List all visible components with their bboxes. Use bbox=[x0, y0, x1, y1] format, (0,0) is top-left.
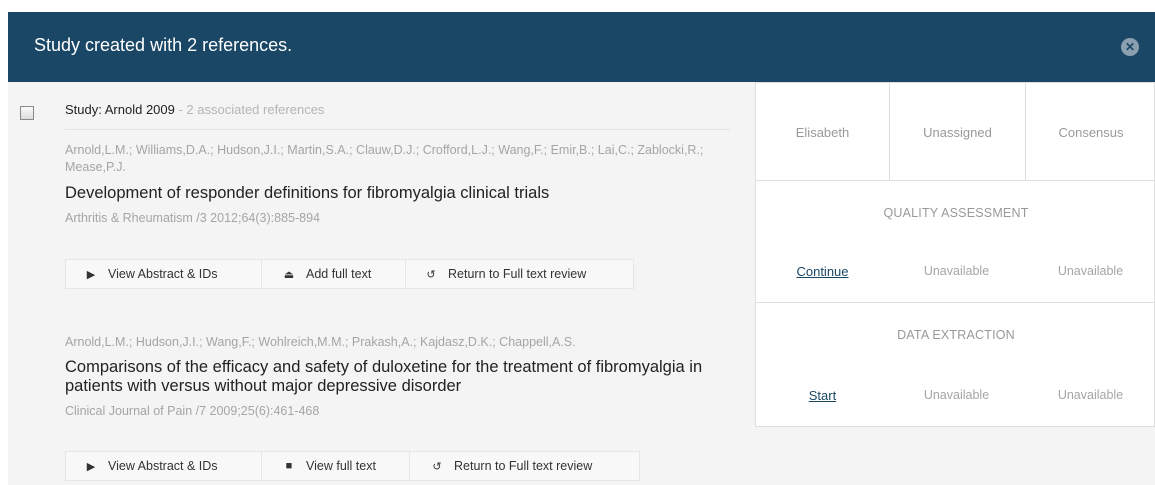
section-title: QUALITY ASSESSMENT bbox=[883, 206, 1029, 220]
study-checkbox[interactable] bbox=[20, 106, 34, 120]
play-icon: ▶ bbox=[86, 268, 96, 281]
reference-actions: ▶ View Abstract & IDs ⏏ Add full text ↺ … bbox=[65, 259, 634, 289]
study-details: Study: Arnold 2009 - 2 associated refere… bbox=[8, 82, 755, 485]
return-to-review-label: Return to Full text review bbox=[454, 459, 593, 473]
study-reference-count: - 2 associated references bbox=[174, 102, 325, 117]
quality-consensus-status: Unavailable bbox=[1057, 264, 1124, 278]
extraction-unassigned-status: Unavailable bbox=[923, 388, 990, 402]
reference-journal: Arthritis & Rheumatism /3 2012;64(3):885… bbox=[65, 211, 320, 225]
study-label: Study: Arnold 2009 bbox=[65, 102, 175, 117]
add-full-text-button[interactable]: ⏏ Add full text bbox=[262, 259, 406, 289]
study-header: Study: Arnold 2009 - 2 associated refere… bbox=[65, 102, 324, 117]
reference-title: Comparisons of the efficacy and safety o… bbox=[65, 358, 703, 395]
continue-link[interactable]: Continue bbox=[796, 264, 848, 279]
view-abstract-button[interactable]: ▶ View Abstract & IDs bbox=[65, 259, 262, 289]
column-unassigned: Unassigned bbox=[923, 124, 992, 140]
document-icon: ■ bbox=[285, 460, 293, 472]
return-icon: ↺ bbox=[426, 268, 436, 281]
upload-icon: ⏏ bbox=[283, 268, 295, 281]
data-extraction-section: DATA EXTRACTION Start Unavailable Unavai… bbox=[755, 302, 1155, 427]
add-full-text-label: Add full text bbox=[306, 267, 372, 281]
view-abstract-label: View Abstract & IDs bbox=[108, 267, 218, 281]
notification-banner: Study created with 2 references. ✕ bbox=[8, 12, 1155, 82]
reference-authors: Arnold,L.M.; Williams,D.A.; Hudson,J.I.;… bbox=[65, 143, 704, 174]
view-full-text-button[interactable]: ■ View full text bbox=[262, 451, 410, 481]
view-abstract-label: View Abstract & IDs bbox=[108, 459, 218, 473]
quality-assessment-section: QUALITY ASSESSMENT Continue Unavailable … bbox=[755, 180, 1155, 303]
reference-item: Arnold,L.M.; Hudson,J.I.; Wang,F.; Wohlr… bbox=[65, 334, 735, 418]
reference-journal: Clinical Journal of Pain /7 2009;25(6):4… bbox=[65, 404, 320, 418]
close-icon[interactable]: ✕ bbox=[1121, 38, 1139, 56]
section-title: DATA EXTRACTION bbox=[897, 328, 1015, 342]
column-reviewer: Elisabeth bbox=[795, 124, 850, 140]
banner-message: Study created with 2 references. bbox=[34, 35, 293, 55]
reference-authors: Arnold,L.M.; Hudson,J.I.; Wang,F.; Wohlr… bbox=[65, 335, 576, 349]
extraction-consensus-status: Unavailable bbox=[1057, 388, 1124, 402]
view-full-text-label: View full text bbox=[306, 459, 376, 473]
view-abstract-button[interactable]: ▶ View Abstract & IDs bbox=[65, 451, 262, 481]
return-to-review-label: Return to Full text review bbox=[448, 267, 587, 281]
status-panel: Elisabeth Unassigned Consensus QUALITY A… bbox=[755, 82, 1155, 485]
start-link[interactable]: Start bbox=[809, 388, 836, 403]
return-icon: ↺ bbox=[432, 460, 442, 473]
extraction-reviewer-cell: Start bbox=[756, 388, 889, 403]
reviewer-columns: Elisabeth Unassigned Consensus bbox=[755, 82, 1155, 181]
reference-item: Arnold,L.M.; Williams,D.A.; Hudson,J.I.;… bbox=[65, 142, 735, 225]
quality-unassigned-status: Unavailable bbox=[923, 264, 990, 278]
return-to-review-button[interactable]: ↺ Return to Full text review bbox=[406, 259, 634, 289]
play-icon: ▶ bbox=[86, 460, 96, 473]
quality-reviewer-cell: Continue bbox=[756, 264, 889, 279]
return-to-review-button[interactable]: ↺ Return to Full text review bbox=[410, 451, 640, 481]
reference-title: Development of responder definitions for… bbox=[65, 184, 550, 202]
column-consensus: Consensus bbox=[1058, 124, 1124, 140]
reference-actions: ▶ View Abstract & IDs ■ View full text ↺… bbox=[65, 451, 640, 481]
divider bbox=[65, 129, 730, 130]
